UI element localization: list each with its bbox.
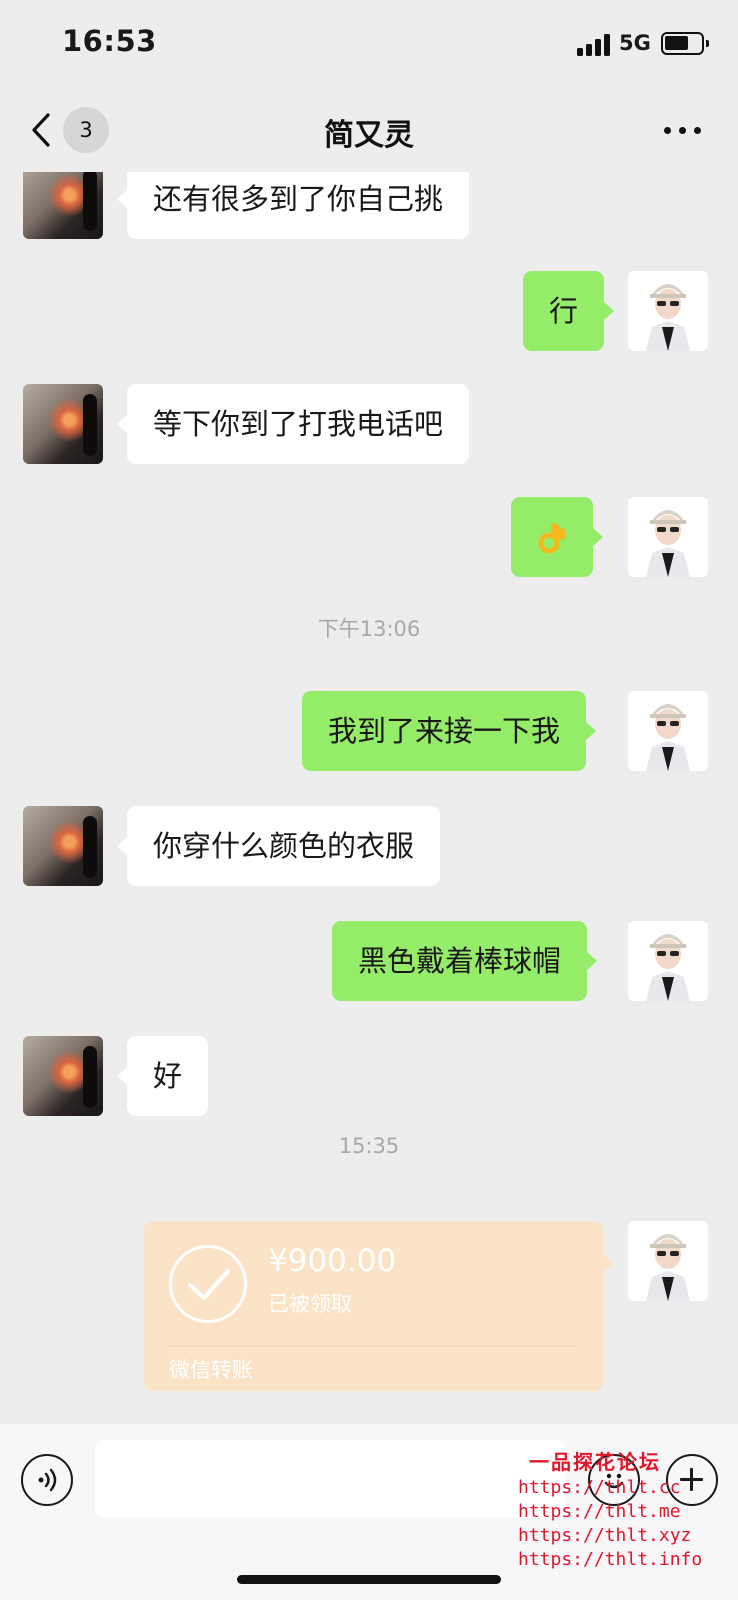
transfer-status: 已被领取 <box>268 1292 352 1316</box>
received-message[interactable]: 好 <box>116 1036 209 1116</box>
battery-icon <box>661 32 709 55</box>
sent-message[interactable]: 我到了来接一下我 <box>302 691 597 771</box>
status-time: 16:53 <box>62 24 157 58</box>
message-timestamp: 15:35 <box>338 1134 400 1158</box>
wechat-transfer-card[interactable]: ¥900.00 已被领取 微信转账 <box>144 1221 613 1391</box>
sent-message[interactable]: 行 <box>523 271 615 351</box>
chat-header: 3 简又灵 <box>0 90 738 172</box>
contact-avatar[interactable] <box>23 1036 103 1116</box>
received-message[interactable]: 还有很多到了你自己挑 <box>116 172 470 239</box>
message-timestamp: 下午13:06 <box>317 617 421 641</box>
sent-emoji-message[interactable] <box>511 497 603 577</box>
my-avatar[interactable] <box>628 497 708 577</box>
input-toolbar <box>0 1424 738 1600</box>
smiley-icon <box>604 1473 624 1489</box>
my-avatar[interactable] <box>628 271 708 351</box>
received-message[interactable]: 你穿什么颜色的衣服 <box>116 806 441 886</box>
voice-icon <box>38 1468 57 1492</box>
status-bar: 16:53 5G <box>0 0 738 90</box>
contact-avatar[interactable] <box>23 806 103 886</box>
message-list[interactable]: 还有很多到了你自己挑 行 等下你到了打我电话吧 下午13:06 我到了来接一下我… <box>0 172 738 1424</box>
my-avatar[interactable] <box>628 921 708 1001</box>
transfer-amount: ¥900.00 <box>268 1243 397 1279</box>
my-avatar[interactable] <box>628 691 708 771</box>
received-message[interactable]: 等下你到了打我电话吧 <box>116 384 470 464</box>
home-indicator[interactable] <box>237 1575 501 1584</box>
transfer-type-label: 微信转账 <box>169 1358 253 1382</box>
emoji-button[interactable] <box>588 1454 640 1506</box>
contact-avatar[interactable] <box>23 384 103 464</box>
ok-hand-emoji-icon <box>538 523 565 554</box>
voice-input-button[interactable] <box>21 1454 73 1506</box>
more-options-icon[interactable] <box>660 118 704 142</box>
chat-title: 简又灵 <box>324 118 414 153</box>
more-functions-button[interactable] <box>666 1454 718 1506</box>
sent-message[interactable]: 黑色戴着棒球帽 <box>332 921 598 1001</box>
checkmark-icon <box>169 1245 247 1323</box>
my-avatar[interactable] <box>628 1221 708 1301</box>
contact-avatar[interactable] <box>23 172 103 239</box>
cellular-signal-icon <box>577 34 611 56</box>
network-type-label: 5G <box>619 31 651 55</box>
transfer-divider <box>169 1346 578 1347</box>
message-input[interactable] <box>95 1440 565 1518</box>
